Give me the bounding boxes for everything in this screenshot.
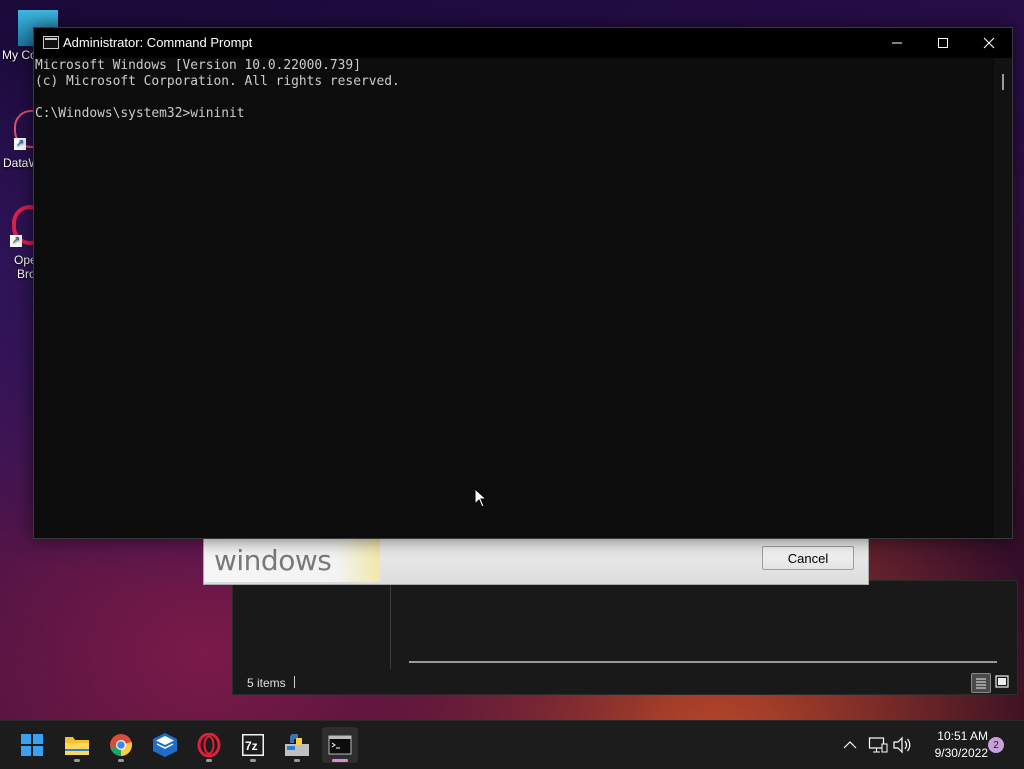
active-indicator (332, 759, 348, 762)
running-indicator (206, 759, 212, 762)
command-prompt-window[interactable]: Administrator: Command Prompt Microsoft … (33, 27, 1013, 539)
close-button[interactable] (966, 28, 1012, 58)
shortcut-arrow-icon: ↗ (14, 138, 26, 150)
network-icon (868, 737, 888, 753)
virtualbox-icon (153, 733, 177, 757)
network-status-button[interactable] (866, 727, 890, 763)
running-indicator (74, 759, 80, 762)
minimize-icon (892, 42, 902, 44)
notification-badge[interactable]: 2 (988, 737, 1004, 753)
taskbar-file-explorer[interactable] (59, 727, 95, 763)
show-hidden-icons-button[interactable] (840, 727, 860, 763)
mouse-cursor-icon (474, 488, 488, 508)
large-icons-view-button[interactable] (993, 673, 1011, 691)
opera-icon (197, 733, 221, 757)
horizontal-scrollbar[interactable] (409, 661, 997, 663)
7zip-icon: 7z (242, 734, 264, 756)
console-line: (c) Microsoft Corporation. All rights re… (35, 74, 400, 89)
details-view-button[interactable] (971, 673, 991, 693)
console-line: Microsoft Windows [Version 10.0.22000.73… (35, 58, 361, 73)
speaker-icon (893, 736, 911, 754)
taskbar-python-installer[interactable] (279, 727, 315, 763)
running-indicator (118, 759, 124, 762)
python-icon (285, 734, 309, 756)
status-separator (294, 676, 295, 688)
clock[interactable]: 10:51 AM 9/30/2022 (918, 728, 988, 762)
status-item-count: 5 items (247, 676, 286, 690)
clock-time: 10:51 AM (937, 729, 988, 743)
volume-button[interactable] (890, 727, 914, 763)
start-icon (21, 734, 43, 756)
console-prompt-line: C:\Windows\system32>wininit (35, 106, 245, 121)
file-explorer-icon (65, 737, 89, 755)
console-output[interactable]: Microsoft Windows [Version 10.0.22000.73… (34, 58, 994, 538)
pane-divider[interactable] (390, 585, 391, 669)
taskbar-7zip[interactable]: 7z (235, 727, 271, 763)
shortcut-arrow-icon: ↗ (10, 235, 22, 247)
title-bar[interactable]: Administrator: Command Prompt (34, 28, 1012, 58)
taskbar-virtualbox[interactable] (147, 727, 183, 763)
scrollbar-thumb[interactable] (1002, 74, 1004, 90)
details-view-icon (976, 678, 986, 689)
windows-logo-text: windows (214, 544, 332, 577)
close-icon (983, 37, 995, 49)
large-icons-view-icon (995, 675, 1009, 688)
svg-text:7z: 7z (245, 739, 258, 753)
taskbar-command-prompt[interactable] (322, 727, 358, 763)
chrome-icon (110, 734, 132, 756)
start-button[interactable] (14, 727, 50, 763)
running-indicator (250, 759, 256, 762)
maximize-icon (938, 38, 948, 48)
window-title: Administrator: Command Prompt (63, 35, 253, 50)
cancel-button[interactable]: Cancel (762, 546, 854, 570)
command-prompt-icon[interactable] (43, 36, 59, 49)
vertical-scrollbar[interactable] (994, 58, 1012, 538)
taskbar-chrome[interactable] (103, 727, 139, 763)
clock-date: 9/30/2022 (934, 746, 988, 760)
command-prompt-icon (328, 735, 352, 755)
taskbar-opera[interactable] (191, 727, 227, 763)
running-indicator (294, 759, 300, 762)
windows-setup-dialog: windows Cancel (203, 535, 869, 585)
taskbar: 7z 10:51 AM 9/30/2022 2 (0, 720, 1024, 769)
minimize-button[interactable] (874, 28, 920, 58)
chevron-up-icon (843, 741, 857, 749)
file-explorer-window: 5 items (232, 580, 1018, 695)
maximize-button[interactable] (920, 28, 966, 58)
windows-logo-banner: windows (204, 538, 380, 582)
